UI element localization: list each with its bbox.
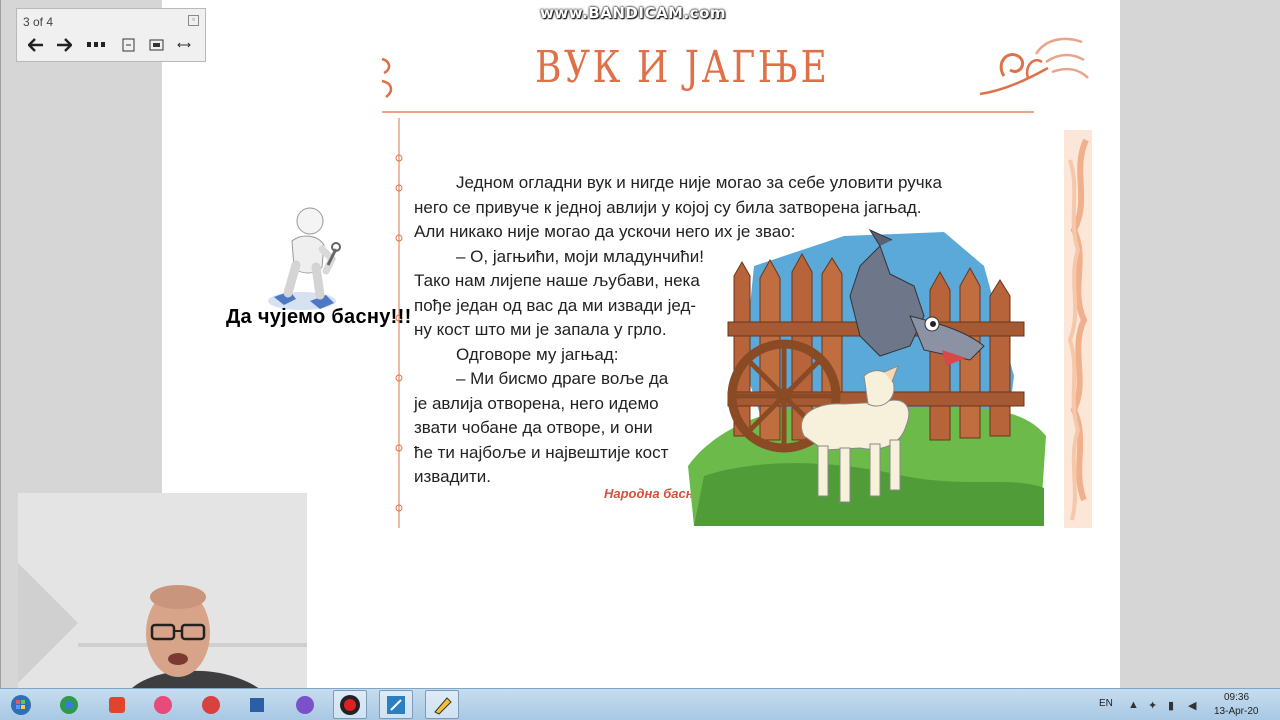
fit-width-button[interactable] (173, 35, 195, 55)
recorder-watermark: www.BANDICAM.com (540, 4, 727, 22)
taskbar-app[interactable] (146, 690, 180, 719)
title-ornament-left (381, 57, 393, 98)
more-options-button[interactable] (85, 35, 107, 55)
fit-width-icon (177, 42, 191, 48)
taskbar-app[interactable] (194, 690, 228, 719)
minimize-panel-button[interactable]: ▫ (188, 15, 199, 26)
taskbar-viber[interactable] (288, 690, 322, 719)
language-indicator[interactable]: EN (1099, 698, 1113, 709)
taskbar-presentation[interactable] (425, 690, 459, 719)
story-line: Једном огладни вук и нигде није могао за… (456, 173, 942, 192)
taskbar-chrome[interactable] (52, 690, 86, 719)
webcam-overlay (18, 493, 307, 709)
taskbar-bandicam[interactable] (333, 690, 367, 719)
arrow-right-icon (57, 38, 72, 52)
record-icon (340, 694, 360, 715)
wolf-and-lamb-illustration (688, 228, 1046, 526)
taskbar: EN ▲ ✦ ▮ ◀ 09:36 13-Apr-20 (0, 688, 1280, 720)
thinking-figure-image (268, 207, 341, 310)
fit-page-button[interactable] (117, 35, 139, 55)
title-ornament-right (979, 37, 1089, 96)
app-icon (250, 697, 264, 712)
app-icon (202, 695, 220, 714)
fit-page-icon (122, 38, 134, 52)
taskbar-notes[interactable] (379, 690, 413, 719)
arrow-left-icon (28, 38, 43, 52)
pencil-icon (434, 696, 452, 715)
viber-icon (296, 695, 314, 714)
navigation-panel: 3 of 4 ▫ (16, 8, 206, 62)
notes-icon (387, 695, 405, 714)
fullscreen-icon (149, 39, 163, 50)
slide-title: ВУК И ЈАГЊЕ (535, 42, 830, 93)
tray-arrow-icon[interactable]: ▲ (1128, 699, 1139, 711)
dropbox-icon[interactable]: ✦ (1148, 699, 1157, 712)
presenter-video (18, 493, 307, 709)
start-button[interactable] (4, 690, 38, 719)
fullscreen-button[interactable] (145, 35, 167, 55)
story-line: него се привуче к једној авлији у којој … (414, 197, 922, 217)
title-divider (382, 111, 1034, 113)
volume-icon[interactable]: ◀ (1188, 699, 1196, 712)
clock-date[interactable]: 13-Apr-20 (1214, 706, 1258, 717)
chrome-icon (60, 695, 78, 714)
network-icon[interactable]: ▮ (1168, 699, 1174, 712)
app-icon (109, 696, 125, 713)
overlay-caption: Да чујемо басну!!! (226, 306, 412, 328)
clock-time[interactable]: 09:36 (1224, 692, 1249, 703)
next-page-button[interactable] (53, 35, 75, 55)
windows-logo-icon (11, 694, 31, 715)
previous-page-button[interactable] (25, 35, 47, 55)
app-icon (154, 695, 172, 714)
page-counter: 3 of 4 (23, 15, 54, 29)
more-icon (87, 42, 105, 47)
right-border-ornament (1064, 130, 1092, 528)
taskbar-app[interactable] (240, 690, 274, 719)
taskbar-app[interactable] (100, 690, 134, 719)
